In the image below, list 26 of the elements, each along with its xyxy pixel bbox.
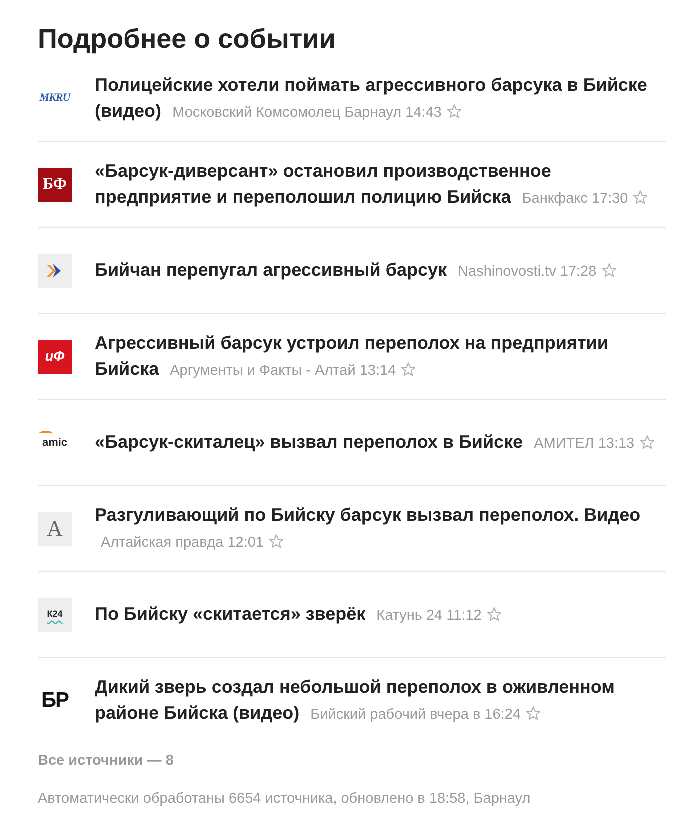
source-logo: БФ — [38, 168, 72, 202]
news-headline[interactable]: Бийчан перепугал агрессивный барсук Nashinovosti.tv 17:28 — [95, 256, 666, 284]
star-icon[interactable] — [446, 104, 462, 118]
source-logo: А — [38, 512, 72, 546]
source-logo: amic — [38, 433, 72, 452]
star-icon[interactable] — [486, 606, 502, 622]
news-headline[interactable]: Дикий зверь создал небольшой переполох в оживленном районе Бийска (видео) Бийский рабочий вчера в 16:24 — [95, 674, 666, 728]
news-headline[interactable]: «Барсук-диверсант» остановил производственное предприятие и переполошил полицию Бийска Банкфакс 17:30 — [95, 158, 666, 212]
source-logo: MKRU — [38, 91, 72, 106]
news-headline[interactable]: Полицейские хотели поймать агрессивного барсука в Бийске (видео) Московский Комсомолец Барнаул 14:43 — [95, 72, 666, 126]
star-icon[interactable] — [602, 262, 617, 278]
section-heading: Подробнее о событии — [38, 23, 337, 56]
star-icon[interactable] — [640, 434, 655, 450]
source-logo: К24 — [38, 598, 72, 632]
source-logo: БР — [40, 688, 70, 714]
news-headline[interactable]: По Бийску «скитается» зверёк Катунь 24 11:12 — [95, 600, 666, 628]
news-headline[interactable]: Разгуливающий по Бийску барсук вызвал переполох. Видео Алтайская правда 12:01 — [95, 502, 666, 556]
star-icon[interactable] — [633, 190, 648, 204]
star-icon[interactable] — [401, 362, 416, 376]
news-headline[interactable]: «Барсук-скиталец» вызвал переполох в Бийске АМИТЕЛ 13:13 — [95, 428, 666, 456]
update-note: Автоматически обработаны 6654 источника, обновлено в 18:58, Барнаул — [38, 790, 532, 808]
star-icon[interactable] — [269, 534, 284, 548]
source-logo: иФ — [38, 340, 72, 374]
arrow-logo-icon — [38, 254, 72, 288]
news-headline[interactable]: Агрессивный барсук устроил переполох на предприятии Бийска Аргументы и Факты - Алтай 13:14 — [95, 330, 666, 384]
star-icon[interactable] — [526, 706, 541, 721]
